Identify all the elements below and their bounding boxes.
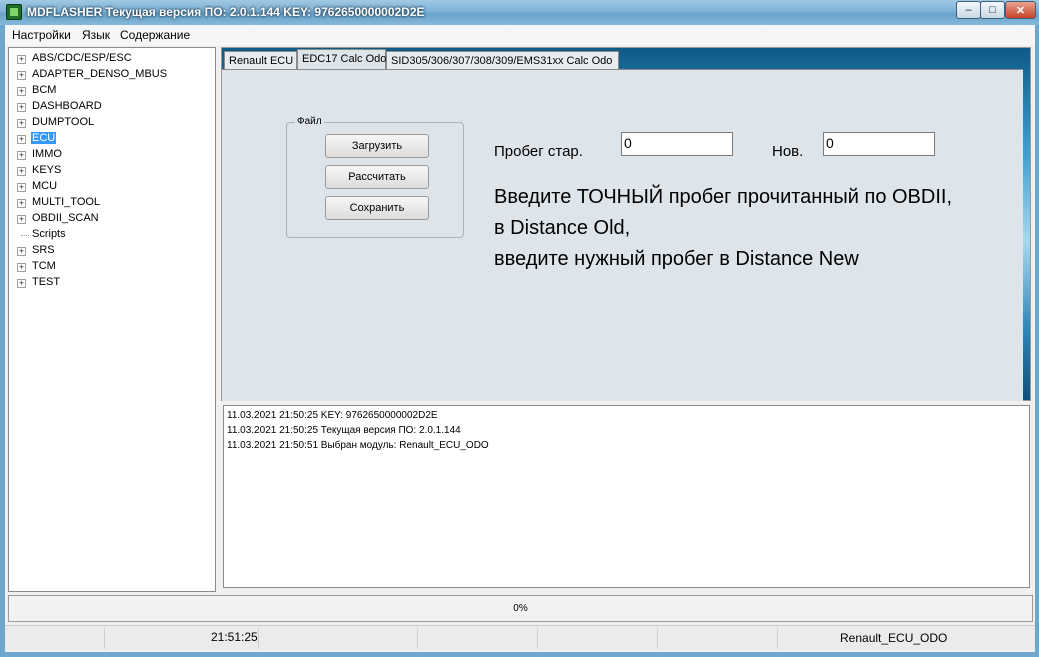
calculate-button[interactable]: Рассчитать bbox=[325, 165, 429, 189]
app-icon bbox=[6, 4, 22, 20]
save-button[interactable]: Сохранить bbox=[325, 196, 429, 220]
new-mileage-input[interactable]: 0 bbox=[823, 132, 935, 156]
expand-icon[interactable]: + bbox=[17, 247, 26, 256]
tree-item-label[interactable]: MCU bbox=[31, 180, 58, 192]
expand-icon[interactable]: + bbox=[17, 263, 26, 272]
instructions-text: Введите ТОЧНЫЙ пробег прочитанный по OBD… bbox=[494, 182, 952, 275]
expand-icon[interactable]: + bbox=[17, 215, 26, 224]
log-entry: 11.03.2021 21:50:25 KEY: 9762650000002D2… bbox=[227, 410, 438, 421]
maximize-icon: □ bbox=[989, 4, 996, 16]
progress-text: 0% bbox=[513, 603, 528, 614]
status-cell bbox=[5, 628, 105, 649]
tab-sid-calc-odo[interactable]: SID305/306/307/308/309/EMS31xx Calc Odo bbox=[386, 51, 619, 70]
tree-item[interactable]: + ABS/CDC/ESP/ESC bbox=[9, 51, 209, 67]
tree-item[interactable]: + SRS bbox=[9, 243, 209, 259]
close-icon: ✕ bbox=[1015, 4, 1026, 17]
status-cell bbox=[295, 628, 418, 649]
status-cell bbox=[418, 628, 538, 649]
instruction-line: введите нужный пробег в Distance New bbox=[494, 248, 859, 270]
maximize-button[interactable]: □ bbox=[980, 1, 1005, 19]
tree-item[interactable]: + MCU bbox=[9, 179, 209, 195]
expand-icon[interactable]: + bbox=[17, 279, 26, 288]
expand-icon[interactable]: + bbox=[17, 199, 26, 208]
tree-item[interactable]: + OBDII_SCAN bbox=[9, 211, 209, 227]
tree-item-label[interactable]: DUMPTOOL bbox=[31, 116, 95, 128]
tree-item-label[interactable]: ECU bbox=[31, 132, 57, 144]
status-bar: 21:51:25 Renault_ECU_ODO bbox=[5, 625, 1035, 650]
menu-language[interactable]: Язык bbox=[82, 28, 110, 42]
tree-item-label[interactable]: ABS/CDC/ESP/ESC bbox=[31, 52, 133, 64]
tab-control: Renault ECU EDC17 Calc Odo SID305/306/30… bbox=[221, 47, 1031, 401]
log-entry: 11.03.2021 21:50:25 Текущая версия ПО: 2… bbox=[227, 425, 461, 436]
expand-icon[interactable]: + bbox=[17, 87, 26, 96]
log-panel[interactable]: 11.03.2021 21:50:25 KEY: 9762650000002D2… bbox=[223, 405, 1030, 588]
status-cell bbox=[658, 628, 778, 649]
tree-item-label[interactable]: Scripts bbox=[31, 228, 67, 240]
file-group-title: Файл bbox=[295, 116, 324, 127]
tree-item[interactable]: + TEST bbox=[9, 275, 209, 291]
tree-item-selected[interactable]: + ECU bbox=[9, 131, 209, 147]
tab-renault-ecu[interactable]: Renault ECU bbox=[224, 51, 297, 70]
tree-item-label[interactable]: TEST bbox=[31, 276, 61, 288]
tree-item[interactable]: + KEYS bbox=[9, 163, 209, 179]
tab-page-edc17: Файл Загрузить Рассчитать Сохранить Проб… bbox=[222, 69, 1023, 401]
file-groupbox: Файл Загрузить Рассчитать Сохранить bbox=[286, 116, 464, 238]
tree-item-label[interactable]: KEYS bbox=[31, 164, 62, 176]
expand-icon[interactable]: + bbox=[17, 55, 26, 64]
old-mileage-input[interactable]: 0 bbox=[621, 132, 733, 156]
tree-item-label[interactable]: TCM bbox=[31, 260, 57, 272]
title-bar: MDFLASHER Текущая версия ПО: 2.0.1.144 K… bbox=[0, 0, 1039, 25]
expand-icon[interactable]: + bbox=[17, 103, 26, 112]
tree-item[interactable]: + IMMO bbox=[9, 147, 209, 163]
minimize-button[interactable]: – bbox=[956, 1, 981, 19]
tree-item-label[interactable]: MULTI_TOOL bbox=[31, 196, 101, 208]
expand-icon[interactable]: + bbox=[17, 167, 26, 176]
log-entry: 11.03.2021 21:50:51 Выбран модуль: Renau… bbox=[227, 440, 489, 451]
expand-icon[interactable]: + bbox=[17, 151, 26, 160]
expand-icon[interactable]: + bbox=[17, 135, 26, 144]
instruction-line: в Distance Old, bbox=[494, 217, 631, 239]
menu-settings[interactable]: Настройки bbox=[12, 28, 71, 42]
tree-item[interactable]: + ADAPTER_DENSO_MBUS bbox=[9, 67, 209, 83]
expand-icon[interactable]: + bbox=[17, 183, 26, 192]
close-button[interactable]: ✕ bbox=[1005, 1, 1036, 19]
new-mileage-label: Нов. bbox=[772, 143, 804, 160]
tree-item-label[interactable]: ADAPTER_DENSO_MBUS bbox=[31, 68, 168, 80]
tree-item[interactable]: + TCM bbox=[9, 259, 209, 275]
tree-item[interactable]: + DASHBOARD bbox=[9, 99, 209, 115]
instruction-line: Введите ТОЧНЫЙ пробег прочитанный по OBD… bbox=[494, 186, 953, 208]
tree-item[interactable]: + MULTI_TOOL bbox=[9, 195, 209, 211]
expand-icon[interactable]: + bbox=[17, 119, 26, 128]
tree-item[interactable]: Scripts bbox=[9, 227, 209, 243]
tree-connector bbox=[21, 235, 29, 236]
status-cell bbox=[538, 628, 658, 649]
main-window: Настройки Язык Содержание + ABS/CDC/ESP/E… bbox=[5, 25, 1035, 652]
tree-item[interactable]: + DUMPTOOL bbox=[9, 115, 209, 131]
old-mileage-label: Пробег стар. bbox=[494, 143, 583, 160]
tree-item-label[interactable]: IMMO bbox=[31, 148, 63, 160]
tree-item-label[interactable]: SRS bbox=[31, 244, 56, 256]
status-time: 21:51:25 bbox=[211, 628, 259, 649]
window-title: MDFLASHER Текущая версия ПО: 2.0.1.144 K… bbox=[27, 5, 425, 19]
menu-bar: Настройки Язык Содержание bbox=[5, 25, 1035, 45]
tab-edc17-calc-odo[interactable]: EDC17 Calc Odo bbox=[297, 49, 386, 70]
load-button[interactable]: Загрузить bbox=[325, 134, 429, 158]
module-tree[interactable]: + ABS/CDC/ESP/ESC + ADAPTER_DENSO_MBUS + BC… bbox=[8, 47, 216, 592]
expand-icon[interactable]: + bbox=[17, 71, 26, 80]
tree-item-label[interactable]: OBDII_SCAN bbox=[31, 212, 100, 224]
tree-item-label[interactable]: DASHBOARD bbox=[31, 100, 103, 112]
tree-item[interactable]: + BCM bbox=[9, 83, 209, 99]
progress-bar: 0% bbox=[8, 595, 1033, 622]
status-module: Renault_ECU_ODO bbox=[840, 631, 948, 645]
minimize-icon: – bbox=[965, 4, 972, 16]
menu-contents[interactable]: Содержание bbox=[120, 28, 190, 42]
tree-item-label[interactable]: BCM bbox=[31, 84, 57, 96]
